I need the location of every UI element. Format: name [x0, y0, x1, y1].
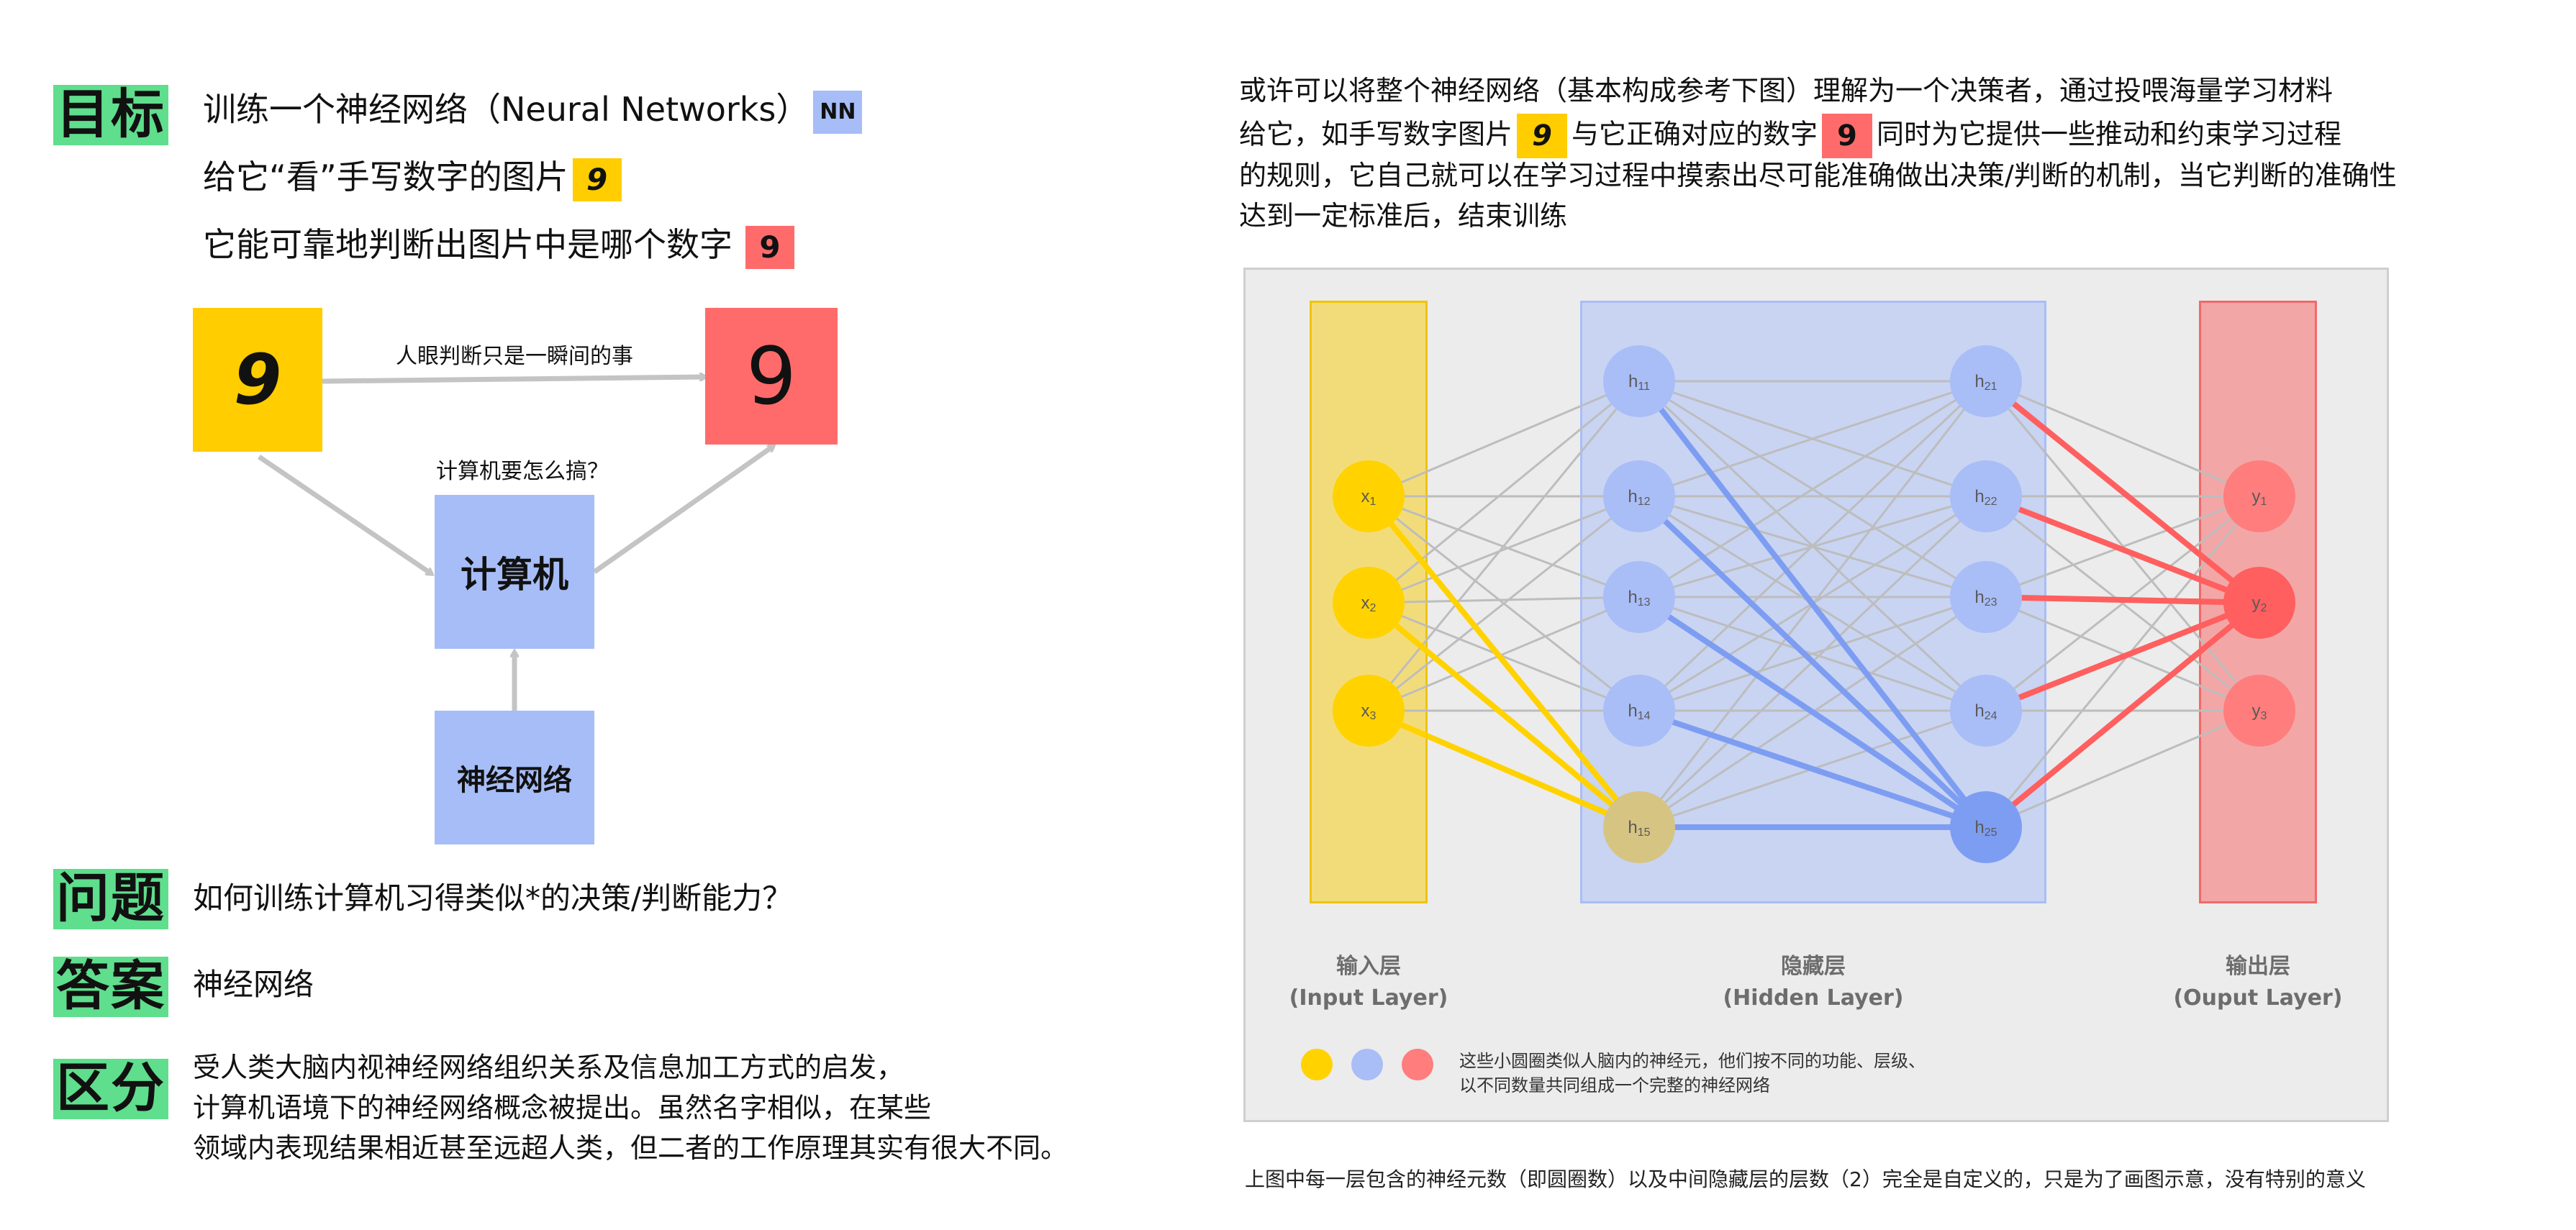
input-layer-zh: 输入层: [1336, 954, 1401, 979]
highlight-edge: [1983, 378, 2262, 606]
hidden-layer-zh: 隐藏层: [1781, 954, 1846, 979]
input-node-sub: 2: [1370, 602, 1377, 614]
output-layer-en: (Ouput Layer): [2173, 985, 2343, 1011]
output-layer-label: 输出层 (Ouput Layer): [2159, 951, 2357, 1014]
output-node: y3: [2223, 675, 2295, 747]
highlight-edge: [1366, 708, 1642, 830]
input-layer-label: 输入层 (Input Layer): [1281, 951, 1456, 1014]
highlight-edge: [1983, 600, 2262, 830]
network-graph: x1 x2 x3 h11 h12 h13 h14 h15 h21 h22 h23 h24 h25 y1 y2…: [1333, 345, 2295, 863]
highlight-edge: [1366, 600, 1642, 830]
hidden-node-sub: 15: [1638, 826, 1651, 839]
legend-note: 这些小圆圈类似人脑内的神经元，他们按不同的功能、层级、 以不同数量共同组成一个完…: [1459, 1049, 1926, 1098]
output-layer-zh: 输出层: [2226, 954, 2290, 979]
input-node: x3: [1333, 675, 1405, 747]
hidden-node-sub: 12: [1638, 496, 1651, 508]
hidden-node: h21: [1950, 345, 2022, 417]
output-node: y2: [2223, 567, 2295, 639]
edge: [1367, 380, 1641, 604]
output-node-sub: 1: [2261, 496, 2267, 508]
hidden-node-sub: 25: [1985, 826, 1997, 839]
hidden-node: h25: [1950, 791, 2022, 863]
output-node-sub: 2: [2261, 602, 2267, 614]
legend-dots: [1301, 1049, 1433, 1080]
input-layer-en: (Input Layer): [1289, 985, 1448, 1011]
legend-line-2: 以不同数量共同组成一个完整的神经网络: [1459, 1075, 1770, 1095]
hidden-layer-label: 隐藏层 (Hidden Layer): [1698, 951, 1928, 1014]
hidden-node: h14: [1603, 675, 1675, 747]
hidden-node: h22: [1950, 460, 2022, 532]
input-node-sub: 3: [1370, 710, 1377, 722]
legend-yellow-dot: [1301, 1049, 1333, 1080]
edge: [1985, 709, 2261, 829]
hidden-node: h11: [1603, 345, 1675, 417]
hidden-node-sub: 24: [1985, 710, 1997, 722]
hidden-node-sub: 22: [1985, 496, 1997, 508]
hidden-node-sub: 13: [1638, 596, 1651, 609]
input-node: x1: [1333, 460, 1405, 532]
legend-red-dot: [1402, 1049, 1433, 1080]
hidden-node-sub: 21: [1985, 381, 1997, 393]
edge: [1367, 380, 1641, 498]
input-node: x2: [1333, 567, 1405, 639]
hidden-node: h15: [1603, 791, 1675, 863]
hidden-node: h23: [1950, 561, 2022, 633]
highlight-edge: [1983, 594, 2262, 606]
legend-blue-dot: [1351, 1049, 1383, 1080]
hidden-node-sub: 11: [1638, 381, 1650, 393]
input-node-sub: 1: [1370, 496, 1377, 508]
hidden-layer-en: (Hidden Layer): [1723, 985, 1904, 1011]
hidden-node: h13: [1603, 561, 1675, 633]
legend-line-1: 这些小圆圈类似人脑内的神经元，他们按不同的功能、层级、: [1459, 1051, 1926, 1071]
network-edges: [1366, 378, 2262, 830]
output-node: y1: [2223, 460, 2295, 532]
output-node-sub: 3: [2261, 710, 2267, 722]
edge: [1367, 596, 1641, 604]
hidden-node: h24: [1950, 675, 2022, 747]
hidden-node-sub: 14: [1638, 710, 1651, 722]
edge: [1985, 380, 2261, 498]
figure-caption: 上图中每一层包含的神经元数（即圆圈数）以及中间隐藏层的层数（2）完全是自定义的，…: [1245, 1167, 2366, 1191]
hidden-node-sub: 23: [1985, 596, 1997, 609]
hidden-node: h12: [1603, 460, 1675, 532]
